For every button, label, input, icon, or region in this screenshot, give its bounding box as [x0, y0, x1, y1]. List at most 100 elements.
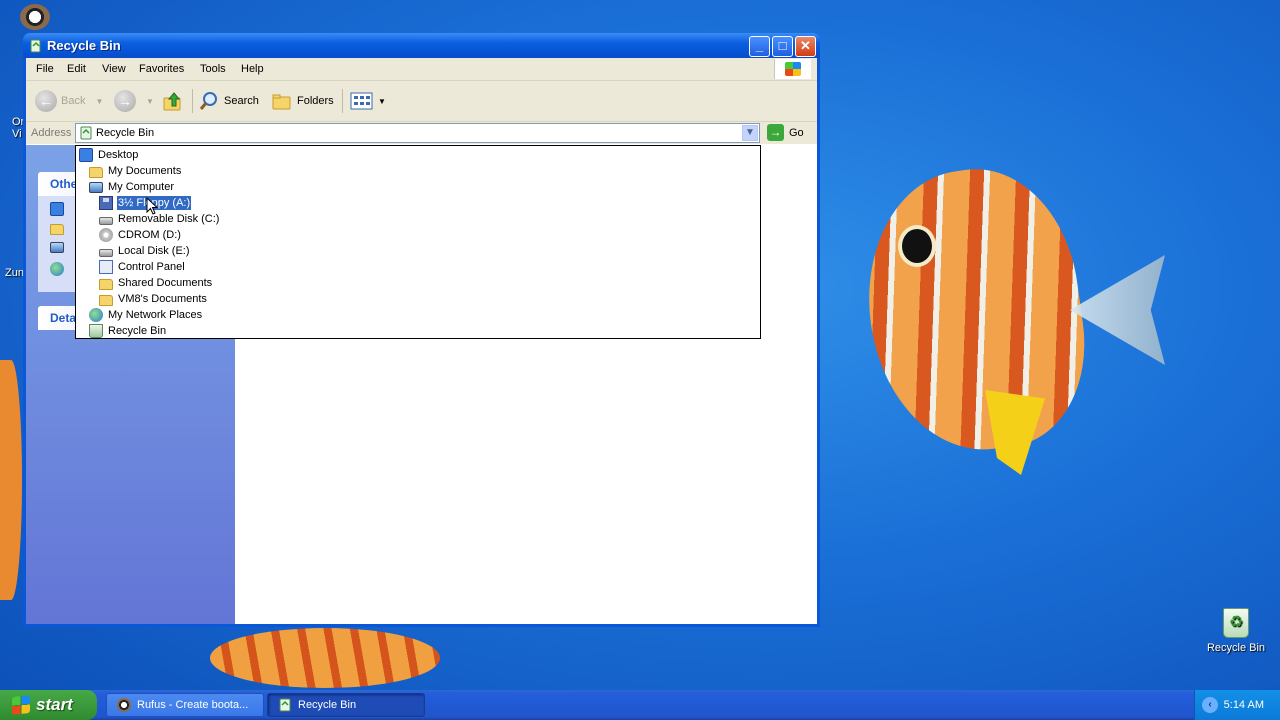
maximize-button[interactable]: □	[772, 36, 793, 57]
window-title: Recycle Bin	[47, 38, 121, 53]
computer-icon	[50, 242, 64, 253]
chevron-down-icon: ▼	[745, 127, 755, 138]
dropdown-item-label: My Documents	[108, 165, 182, 177]
window-client: File Edit View Favorites Tools Help ← Ba…	[26, 58, 817, 624]
dropdown-item-label: Shared Documents	[118, 277, 213, 289]
dropdown-item-label: VM8's Documents	[118, 293, 207, 305]
drive-icon	[99, 217, 113, 225]
desktop-wallpaper-fish-left	[0, 360, 22, 600]
forward-arrow-icon: →	[114, 90, 136, 112]
drive-icon	[99, 249, 113, 257]
folder-icon	[99, 278, 113, 290]
dropdown-item-cdrom[interactable]: CDROM (D:)	[99, 227, 182, 243]
desktop-icon-partial-label[interactable]: Zun	[5, 267, 24, 279]
folder-icon	[89, 166, 103, 178]
search-button[interactable]: Search	[198, 89, 259, 113]
menu-view[interactable]: View	[102, 63, 126, 75]
show-hidden-icons-icon[interactable]: ‹	[1202, 697, 1218, 713]
close-button[interactable]: ✕	[795, 36, 816, 57]
dropdown-item-label: Desktop	[98, 149, 139, 161]
dropdown-item-shared-documents[interactable]: Shared Documents	[99, 275, 213, 291]
address-input[interactable]: Recycle Bin ▼	[75, 123, 760, 143]
dropdown-item-recycle-bin[interactable]: Recycle Bin	[89, 323, 167, 339]
dropdown-item-removable-disk[interactable]: Removable Disk (C:)	[99, 211, 220, 227]
address-label: Address	[31, 127, 72, 139]
address-dropdown-button[interactable]: ▼	[742, 125, 758, 141]
recycle-bin-icon: ♻	[1223, 608, 1249, 638]
system-tray: ‹ 5:14 AM	[1194, 690, 1280, 720]
address-value: Recycle Bin	[96, 127, 155, 139]
menu-edit[interactable]: Edit	[67, 63, 86, 75]
recycle-bin-icon	[79, 126, 93, 143]
folder-icon	[99, 294, 113, 306]
taskbar-item-label: Recycle Bin	[298, 699, 357, 711]
address-dropdown-list: Desktop My Documents My Computer 3½ Flop…	[75, 145, 761, 339]
dropdown-item-control-panel[interactable]: Control Panel	[99, 259, 186, 275]
search-label: Search	[224, 95, 259, 107]
taskbar: start Rufus - Create boota... Recycle Bi…	[0, 690, 1280, 720]
desktop-icon	[79, 148, 93, 162]
up-folder-icon	[163, 92, 181, 111]
network-icon	[89, 308, 103, 322]
menu-tools[interactable]: Tools	[200, 63, 226, 75]
desktop-wallpaper-fish-eye	[898, 225, 936, 267]
cdrom-icon	[99, 228, 113, 242]
back-button[interactable]: ← Back ▼	[35, 89, 103, 113]
menu-bar: File Edit View Favorites Tools Help	[26, 58, 817, 81]
dropdown-item-label: My Network Places	[108, 309, 203, 321]
folders-icon	[272, 94, 291, 110]
recycle-bin-label: Recycle Bin	[1206, 642, 1266, 654]
folders-label: Folders	[297, 95, 334, 107]
up-folder-button[interactable]	[162, 89, 184, 113]
rufus-desktop-icon[interactable]	[20, 4, 50, 30]
title-bar[interactable]: Recycle Bin _ □ ✕	[23, 33, 820, 58]
views-button[interactable]: ▼	[350, 89, 386, 113]
dropdown-item-vm8-documents[interactable]: VM8's Documents	[99, 291, 208, 307]
rufus-icon	[117, 698, 131, 712]
minimize-button[interactable]: _	[749, 36, 770, 57]
dropdown-item-desktop[interactable]: Desktop	[79, 147, 139, 163]
dropdown-item-my-documents[interactable]: My Documents	[89, 163, 182, 179]
go-label: Go	[789, 126, 804, 139]
taskbar-item-recycle-bin[interactable]: Recycle Bin	[267, 693, 425, 717]
chevron-down-icon[interactable]: ▼	[95, 97, 103, 106]
folder-icon	[50, 224, 64, 235]
search-icon	[199, 92, 217, 110]
dropdown-item-network-places[interactable]: My Network Places	[89, 307, 203, 323]
toolbar-separator	[192, 89, 193, 113]
partial-label: Zun	[5, 267, 24, 279]
dropdown-item-label: Local Disk (E:)	[118, 245, 190, 257]
views-icon	[350, 92, 373, 110]
dropdown-item-local-disk[interactable]: Local Disk (E:)	[99, 243, 191, 259]
chevron-down-icon[interactable]: ▼	[146, 97, 154, 106]
network-icon	[50, 262, 64, 276]
toolbar: ← Back ▼ → ▼ Search Folders ▼	[26, 81, 817, 122]
control-panel-icon	[99, 260, 113, 274]
clock[interactable]: 5:14 AM	[1224, 699, 1264, 711]
dropdown-item-my-computer[interactable]: My Computer	[89, 179, 175, 195]
recycle-bin-icon	[279, 698, 291, 712]
go-button[interactable]: → Go	[767, 124, 804, 141]
go-arrow-icon: →	[767, 124, 784, 141]
folders-button[interactable]: Folders	[271, 89, 334, 113]
recycle-bin-desktop-icon[interactable]: ♻ Recycle Bin	[1204, 608, 1268, 654]
dropdown-item-label: Removable Disk (C:)	[118, 213, 220, 225]
menu-favorites[interactable]: Favorites	[139, 63, 184, 75]
chevron-down-icon: ▼	[378, 96, 386, 106]
recycle-bin-icon	[28, 38, 43, 56]
address-bar: Address Recycle Bin ▼ → Go	[26, 122, 817, 144]
taskbar-item-label: Rufus - Create boota...	[137, 699, 249, 711]
desktop-wallpaper-fish	[851, 156, 1099, 464]
back-arrow-icon: ←	[35, 90, 57, 112]
mouse-cursor-icon	[146, 197, 158, 215]
menu-file[interactable]: File	[36, 63, 54, 75]
desktop-icon	[50, 202, 64, 216]
windows-logo-icon	[12, 695, 30, 715]
dropdown-item-label: Control Panel	[118, 261, 185, 273]
taskbar-item-rufus[interactable]: Rufus - Create boota...	[106, 693, 264, 717]
dropdown-item-label: CDROM (D:)	[118, 229, 181, 241]
menu-help[interactable]: Help	[241, 63, 264, 75]
floppy-icon	[99, 196, 113, 210]
start-button[interactable]: start	[0, 690, 97, 720]
forward-button[interactable]: → ▼	[114, 89, 154, 113]
